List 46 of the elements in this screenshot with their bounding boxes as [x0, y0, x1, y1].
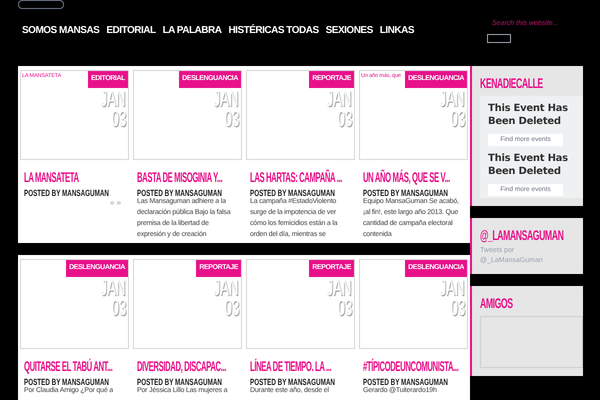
post-byline: POSTED BY MANSAGUMAN	[363, 188, 448, 198]
widget-title: AMIGOS	[480, 295, 513, 311]
post-title[interactable]: LA MANSATETA	[24, 170, 79, 184]
post-byline: POSTED BY MANSAGUMAN	[137, 377, 222, 387]
date-month: JAN	[327, 278, 352, 298]
nav-link[interactable]: EDITORIAL	[106, 23, 156, 38]
logo-frame[interactable]	[18, 0, 64, 9]
date-month: JAN	[440, 278, 465, 298]
post-title[interactable]: #TÍPICODEUNCOMUNISTA...	[363, 359, 458, 373]
date-day: 03	[450, 298, 465, 318]
nav-link[interactable]: HISTÉRICAS TODAS	[228, 23, 319, 38]
date-month: JAN	[214, 278, 239, 298]
date-day: 03	[111, 109, 126, 129]
post-title[interactable]: UN AÑO MÁS, QUE SE V...	[363, 170, 450, 184]
date-day: 03	[111, 298, 126, 318]
post-byline: POSTED BY MANSAGUMAN	[137, 188, 222, 198]
post-title[interactable]: LÍNEA DE TIEMPO. LA ...	[250, 359, 332, 373]
search-button[interactable]	[487, 34, 511, 42]
post-byline: POSTED BY MANSAGUMAN	[363, 377, 448, 387]
event-heading: This Event Has Been Deleted	[488, 152, 569, 178]
date-day: 03	[224, 109, 239, 129]
date-day: 03	[224, 298, 239, 318]
post-byline: POSTED BY MANSAGUMAN	[250, 377, 335, 387]
post-title[interactable]: BASTA DE MISOGINIA Y...	[137, 170, 222, 184]
nav-link[interactable]: SEXIONES	[326, 23, 373, 38]
widget-title: KENADIECALLE	[480, 75, 543, 91]
nav-link[interactable]: LINKAS	[380, 23, 414, 38]
event-heading: This Event Has Been Deleted	[488, 102, 569, 128]
post-title[interactable]: QUITARSE EL TABÚ ANT...	[24, 359, 112, 373]
nav-link[interactable]: LA PALABRA	[162, 23, 222, 38]
post-byline: POSTED BY MANSAGUMAN	[24, 377, 109, 387]
date-month: JAN	[327, 89, 352, 109]
date-month: JAN	[214, 89, 239, 109]
date-day: 03	[337, 298, 352, 318]
post-byline: POSTED BY MANSAGUMAN	[250, 188, 335, 198]
read-more-link[interactable]: » »	[110, 197, 121, 209]
date-day: 03	[450, 109, 465, 129]
post-title[interactable]: DIVERSIDAD, DISCAPAC...	[137, 359, 226, 373]
post-title[interactable]: LAS HARTAS: CAMPAÑA ...	[250, 170, 342, 184]
date-month: JAN	[101, 278, 126, 298]
date-month: JAN	[101, 89, 126, 109]
nav-link[interactable]: SOMOS MANSAS	[22, 23, 100, 38]
date-day: 03	[337, 109, 352, 129]
widget-title: @_LAMANSAGUMAN	[480, 227, 564, 243]
date-month: JAN	[440, 89, 465, 109]
post-byline: POSTED BY MANSAGUMAN	[24, 188, 109, 199]
